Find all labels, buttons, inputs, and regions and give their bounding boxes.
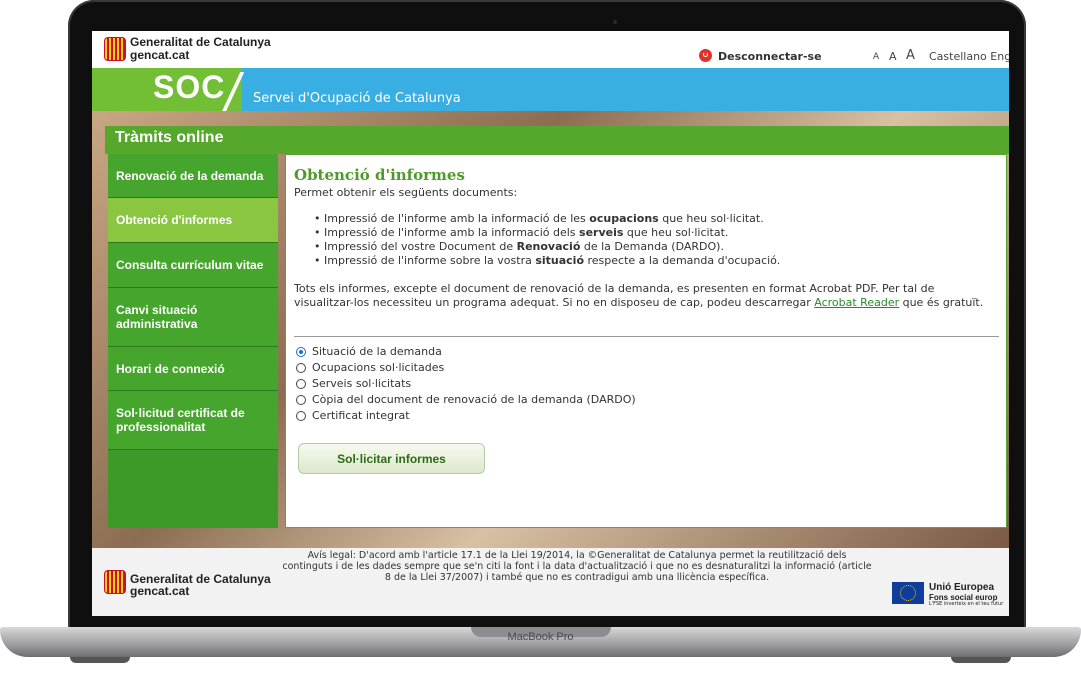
- list-item-text: que heu sol·licitat.: [623, 226, 729, 239]
- option-ocupacions[interactable]: Ocupacions sol·licitades: [296, 361, 444, 374]
- option-certificat[interactable]: Certificat integrat: [296, 409, 410, 422]
- sidebar-item-label: Sol·licitud certificat de professionalit…: [116, 406, 245, 434]
- font-size-large-button[interactable]: A: [906, 48, 915, 63]
- main-content: Obtenció d'informes Permet obtenir els s…: [285, 154, 1007, 528]
- option-dardo[interactable]: Còpia del document de renovació de la de…: [296, 393, 636, 406]
- font-size-medium-button[interactable]: A: [889, 50, 897, 63]
- banner-title: Servei d'Ocupació de Catalunya: [253, 91, 461, 106]
- footer-org-domain[interactable]: gencat.cat: [130, 585, 189, 597]
- list-item-keyword: situació: [535, 254, 585, 267]
- list-item-text: de la Demanda (DARDO).: [580, 240, 724, 253]
- footer: Generalitat de Catalunya gencat.cat Avís…: [92, 548, 1009, 616]
- sidebar-nav: Renovació de la demanda Obtenció d'infor…: [108, 154, 278, 528]
- soc-banner: SOC Servei d'Ocupació de Catalunya: [92, 68, 1009, 112]
- intro-text: Permet obtenir els següents documents:: [294, 186, 518, 199]
- radio-button[interactable]: [296, 410, 306, 421]
- panel-title: Tràmits online: [115, 129, 224, 146]
- device-label: MacBook Pro: [507, 631, 574, 643]
- font-size-small-button[interactable]: A: [873, 52, 879, 62]
- top-bar: Generalitat de Catalunya gencat.cat Desc…: [92, 31, 1009, 68]
- page-title: Obtenció d'informes: [294, 166, 465, 184]
- option-label[interactable]: Serveis sol·licitats: [312, 377, 411, 390]
- panel-header: Tràmits online: [105, 126, 1009, 154]
- request-reports-button[interactable]: Sol·licitar informes: [298, 443, 485, 474]
- list-item-text: Impressió de l'informe amb la informació…: [324, 212, 590, 225]
- sidebar-item-label: Canvi situació administrativa: [116, 303, 198, 331]
- option-label[interactable]: Ocupacions sol·licitades: [312, 361, 444, 374]
- radio-button[interactable]: [296, 378, 306, 389]
- soc-logo[interactable]: SOC: [153, 69, 225, 106]
- pdf-info-paragraph: Tots els informes, excepte el document d…: [294, 282, 994, 310]
- paragraph-text: que és gratuït.: [899, 296, 984, 309]
- org-name[interactable]: Generalitat de Catalunya: [130, 36, 271, 48]
- language-links[interactable]: Castellano Eng: [929, 50, 1009, 63]
- sidebar-item-renovacio[interactable]: Renovació de la demanda: [108, 154, 278, 198]
- list-item-text: respecte a la demanda d'ocupació.: [584, 254, 781, 267]
- generalitat-logo-icon[interactable]: [104, 37, 126, 61]
- sidebar-item-horari[interactable]: Horari de connexió: [108, 347, 278, 391]
- sidebar-item-label: Renovació de la demanda: [116, 168, 264, 183]
- option-label[interactable]: Còpia del document de renovació de la de…: [312, 393, 636, 406]
- sidebar-item-situacio[interactable]: Canvi situació administrativa: [108, 288, 278, 347]
- list-item-keyword: ocupacions: [589, 212, 659, 225]
- option-situacio[interactable]: Situació de la demanda: [296, 345, 442, 358]
- logout-link[interactable]: Desconnectar-se: [718, 50, 822, 63]
- sidebar-item-label: Consulta currículum vitae: [116, 258, 264, 272]
- option-serveis[interactable]: Serveis sol·licitats: [296, 377, 411, 390]
- list-item: Impressió de l'informe amb la informació…: [314, 226, 780, 240]
- laptop-foot-left: [70, 657, 130, 663]
- laptop-foot-right: [951, 657, 1011, 663]
- camera-icon: [613, 20, 617, 24]
- list-item: Impressió del vostre Document de Renovac…: [314, 240, 780, 254]
- sidebar-item-curriculum[interactable]: Consulta currículum vitae: [108, 243, 278, 288]
- org-domain[interactable]: gencat.cat: [130, 49, 189, 61]
- list-item: Impressió de l'informe sobre la vostra s…: [314, 254, 780, 268]
- list-item-keyword: Renovació: [516, 240, 581, 253]
- list-item-text: que heu sol·licitat.: [658, 212, 764, 225]
- sidebar-item-label: Obtenció d'informes: [116, 213, 233, 227]
- radio-button[interactable]: [296, 346, 306, 357]
- eu-note: L'FSE inverteix en el teu futur: [929, 601, 1004, 607]
- generalitat-logo-icon[interactable]: [104, 570, 126, 594]
- list-item-text: Impressió de l'informe amb la informació…: [324, 226, 580, 239]
- legal-notice: Avís legal: D'acord amb l'article 17.1 d…: [282, 550, 872, 583]
- list-item-keyword: serveis: [579, 226, 624, 239]
- sidebar-item-label: Horari de connexió: [116, 361, 225, 376]
- eu-flag-icon: [892, 582, 924, 604]
- radio-button[interactable]: [296, 362, 306, 373]
- radio-button[interactable]: [296, 394, 306, 405]
- option-label[interactable]: Situació de la demanda: [312, 345, 442, 358]
- eu-title: Unió Europea: [929, 582, 995, 593]
- sidebar-item-informes[interactable]: Obtenció d'informes: [108, 198, 278, 243]
- acrobat-reader-link[interactable]: Acrobat Reader: [814, 296, 899, 309]
- list-item: Impressió de l'informe amb la informació…: [314, 212, 780, 226]
- sidebar-item-certificat[interactable]: Sol·licitud certificat de professionalit…: [108, 391, 278, 450]
- list-item-text: Impressió del vostre Document de: [324, 240, 517, 253]
- list-item-text: Impressió de l'informe sobre la vostra: [324, 254, 536, 267]
- browser-screen: Generalitat de Catalunya gencat.cat Desc…: [92, 31, 1009, 616]
- divider: [294, 336, 999, 337]
- document-list: Impressió de l'informe amb la informació…: [314, 212, 780, 268]
- power-icon[interactable]: [699, 49, 712, 62]
- option-label[interactable]: Certificat integrat: [312, 409, 410, 422]
